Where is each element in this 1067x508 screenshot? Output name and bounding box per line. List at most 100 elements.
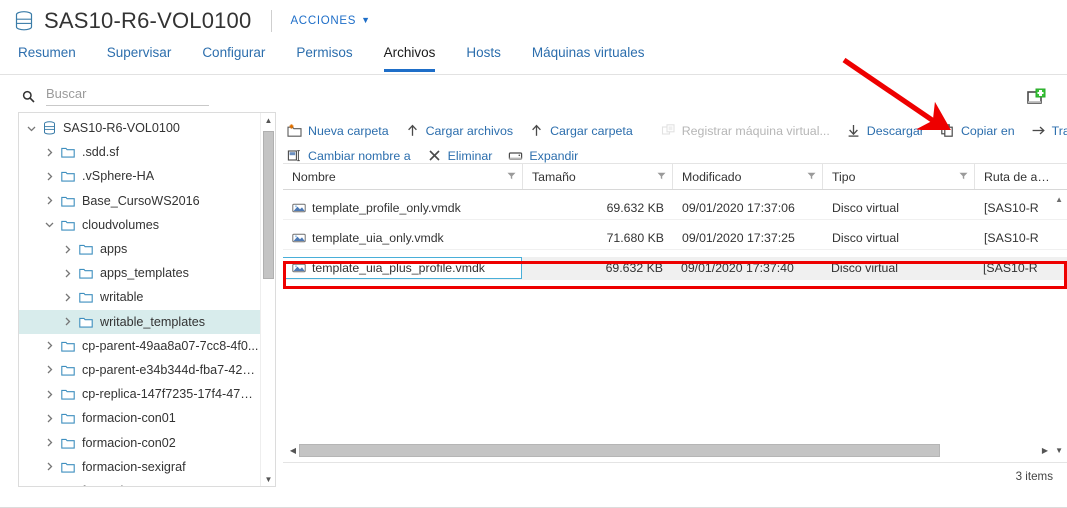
chevron-right-icon[interactable] (45, 196, 54, 205)
tree-node-label: writable_templates (100, 314, 205, 329)
tree-node[interactable]: cp-replica-147f7235-17f4-471d-... (19, 382, 275, 406)
tree-node[interactable]: .sdd.sf (19, 140, 275, 164)
tab-permisos[interactable]: Permisos (296, 42, 352, 72)
chevron-down-icon[interactable] (27, 124, 36, 133)
chevron-right-icon[interactable] (63, 269, 72, 278)
tree-node[interactable]: cp-parent-e34b344d-fba7-42e... (19, 358, 275, 382)
chevron-right-icon[interactable] (63, 293, 72, 302)
toolbar-upload-folder-button[interactable]: Cargar carpeta (529, 123, 633, 138)
search-row (22, 86, 209, 106)
tab-configurar[interactable]: Configurar (202, 42, 265, 72)
tree-node[interactable]: formacion-sexigraf (19, 455, 275, 479)
tree-node[interactable]: formacion-con01 (19, 406, 275, 430)
download-icon (846, 123, 861, 138)
column-header-tipo[interactable]: Tipo (823, 164, 975, 189)
column-header-modificado[interactable]: Modificado (673, 164, 823, 189)
column-filter-icon[interactable] (959, 172, 968, 182)
chevron-right-icon[interactable] (45, 438, 54, 447)
column-header-label: Tipo (832, 169, 856, 184)
column-header-tama-o[interactable]: Tamaño (523, 164, 673, 189)
tree-node[interactable]: Base_CursoWS2016 (19, 189, 275, 213)
hscroll-thumb[interactable] (299, 444, 941, 457)
tree-node[interactable]: apps (19, 237, 275, 261)
tree-node[interactable]: formacion-uag01 (19, 479, 275, 487)
column-filter-icon[interactable] (657, 172, 666, 182)
folder-icon (79, 267, 93, 279)
toolbar-register-vm-button: Registrar máquina virtual... (661, 123, 830, 138)
toolbar-download-button[interactable]: Descargar (846, 123, 924, 138)
chevron-right-icon[interactable] (63, 317, 72, 326)
files-panel: Nueva carpeta Cargar archivos Cargar carpe… (283, 112, 1067, 487)
chevron-right-icon[interactable] (63, 245, 72, 254)
tab-bar-divider (0, 74, 1067, 75)
folder-icon (61, 412, 75, 424)
folder-icon (61, 340, 75, 352)
tree-node[interactable]: formacion-con02 (19, 430, 275, 454)
tree-vertical-scrollbar[interactable]: ▲ ▼ (260, 113, 275, 486)
toolbar-button-label: Cargar archivos (425, 123, 514, 138)
column-header-ruta-de-a[interactable]: Ruta de a… (975, 164, 1067, 189)
chevron-right-icon[interactable] (45, 390, 54, 399)
chevron-right-icon[interactable] (45, 486, 54, 487)
tab-bar: Resumen Supervisar Configurar Permisos Archi… (0, 42, 1067, 75)
tab-m-quinas-virtuales[interactable]: Máquinas virtuales (532, 42, 645, 72)
toolbar-button-label: Transferir a (1051, 123, 1067, 138)
chevron-right-icon[interactable] (45, 414, 54, 423)
actions-menu-label: ACCIONES (290, 15, 357, 27)
copy-to-icon (940, 123, 955, 138)
folder-icon (61, 195, 75, 207)
chevron-right-icon[interactable] (45, 172, 54, 181)
column-header-label: Ruta de a… (984, 169, 1050, 184)
toolbar-upload-files-button[interactable]: Cargar archivos (405, 123, 513, 138)
scroll-down-arrow-icon[interactable]: ▼ (261, 472, 275, 486)
tree-node[interactable]: apps_templates (19, 261, 275, 285)
table-row[interactable]: template_profile_only.vmdk 69.632 KB 09/01… (283, 197, 1067, 220)
chevron-right-icon[interactable] (45, 365, 54, 374)
cell-type: Disco virtual (823, 227, 975, 249)
tab-resumen[interactable]: Resumen (18, 42, 76, 72)
tree-scrollbar-thumb[interactable] (263, 131, 274, 279)
scroll-right-arrow-icon[interactable]: ▶ (1042, 446, 1048, 455)
virtual-disk-icon (292, 202, 306, 214)
toolbar-move-to-button[interactable]: Transferir a (1031, 123, 1067, 138)
tree-node[interactable]: cloudvolumes (19, 213, 275, 237)
chevron-down-icon[interactable] (45, 220, 54, 229)
column-filter-icon[interactable] (807, 172, 816, 182)
column-filter-icon[interactable] (507, 172, 516, 182)
tab-hosts[interactable]: Hosts (466, 42, 501, 72)
search-input[interactable] (46, 86, 209, 106)
hscroll-track[interactable] (299, 444, 1036, 457)
toolbar-copy-to-button[interactable]: Copiar en (940, 123, 1015, 138)
tree-node-label: cp-parent-49aa8a07-7cc8-4f0... (82, 338, 259, 353)
tab-archivos[interactable]: Archivos (383, 42, 436, 72)
table-row[interactable]: template_uia_plus_profile.vmdk 69.632 KB 0… (283, 257, 1067, 280)
chevron-right-icon[interactable] (45, 341, 54, 350)
scroll-left-arrow-icon[interactable]: ◀ (287, 443, 299, 458)
inflate-icon (508, 148, 523, 163)
tree-node-label: SAS10-R6-VOL0100 (63, 121, 180, 136)
actions-menu-button[interactable]: ACCIONES ▼ (290, 15, 370, 27)
tab-supervisar[interactable]: Supervisar (107, 42, 172, 72)
cell-modified: 09/01/2020 17:37:40 (672, 257, 822, 279)
chevron-right-icon[interactable] (45, 148, 54, 157)
table-scroll-up-icon[interactable]: ▲ (1055, 195, 1063, 204)
toolbar-new-folder-button[interactable]: Nueva carpeta (287, 123, 389, 138)
table-row[interactable]: template_uia_only.vmdk 71.680 KB 09/01/202… (283, 227, 1067, 250)
tree-node[interactable]: writable (19, 285, 275, 309)
scroll-bottom-arrow-icon[interactable]: ▼ (1055, 446, 1063, 455)
cell-modified: 09/01/2020 17:37:06 (673, 197, 823, 219)
tree-node[interactable]: .vSphere-HA (19, 164, 275, 188)
tree-node-root[interactable]: SAS10-R6-VOL0100 (19, 116, 275, 140)
new-folder-icon (287, 123, 302, 138)
column-header-nombre[interactable]: Nombre (283, 164, 523, 189)
toolbar-rename-button[interactable]: Cambiar nombre a (287, 148, 411, 163)
toolbar-delete-button[interactable]: Eliminar (427, 148, 492, 163)
scroll-up-arrow-icon[interactable]: ▲ (261, 113, 275, 127)
toolbar-inflate-button[interactable]: Expandir (508, 148, 578, 163)
export-new-window-icon[interactable] (1027, 88, 1047, 106)
tree-node[interactable]: cp-parent-49aa8a07-7cc8-4f0... (19, 334, 275, 358)
chevron-right-icon[interactable] (45, 462, 54, 471)
tree-node[interactable]: writable_templates (19, 309, 275, 334)
upload-files-icon (405, 123, 420, 138)
files-horizontal-scrollbar[interactable]: ◀ ▶ ▼ (287, 443, 1063, 458)
